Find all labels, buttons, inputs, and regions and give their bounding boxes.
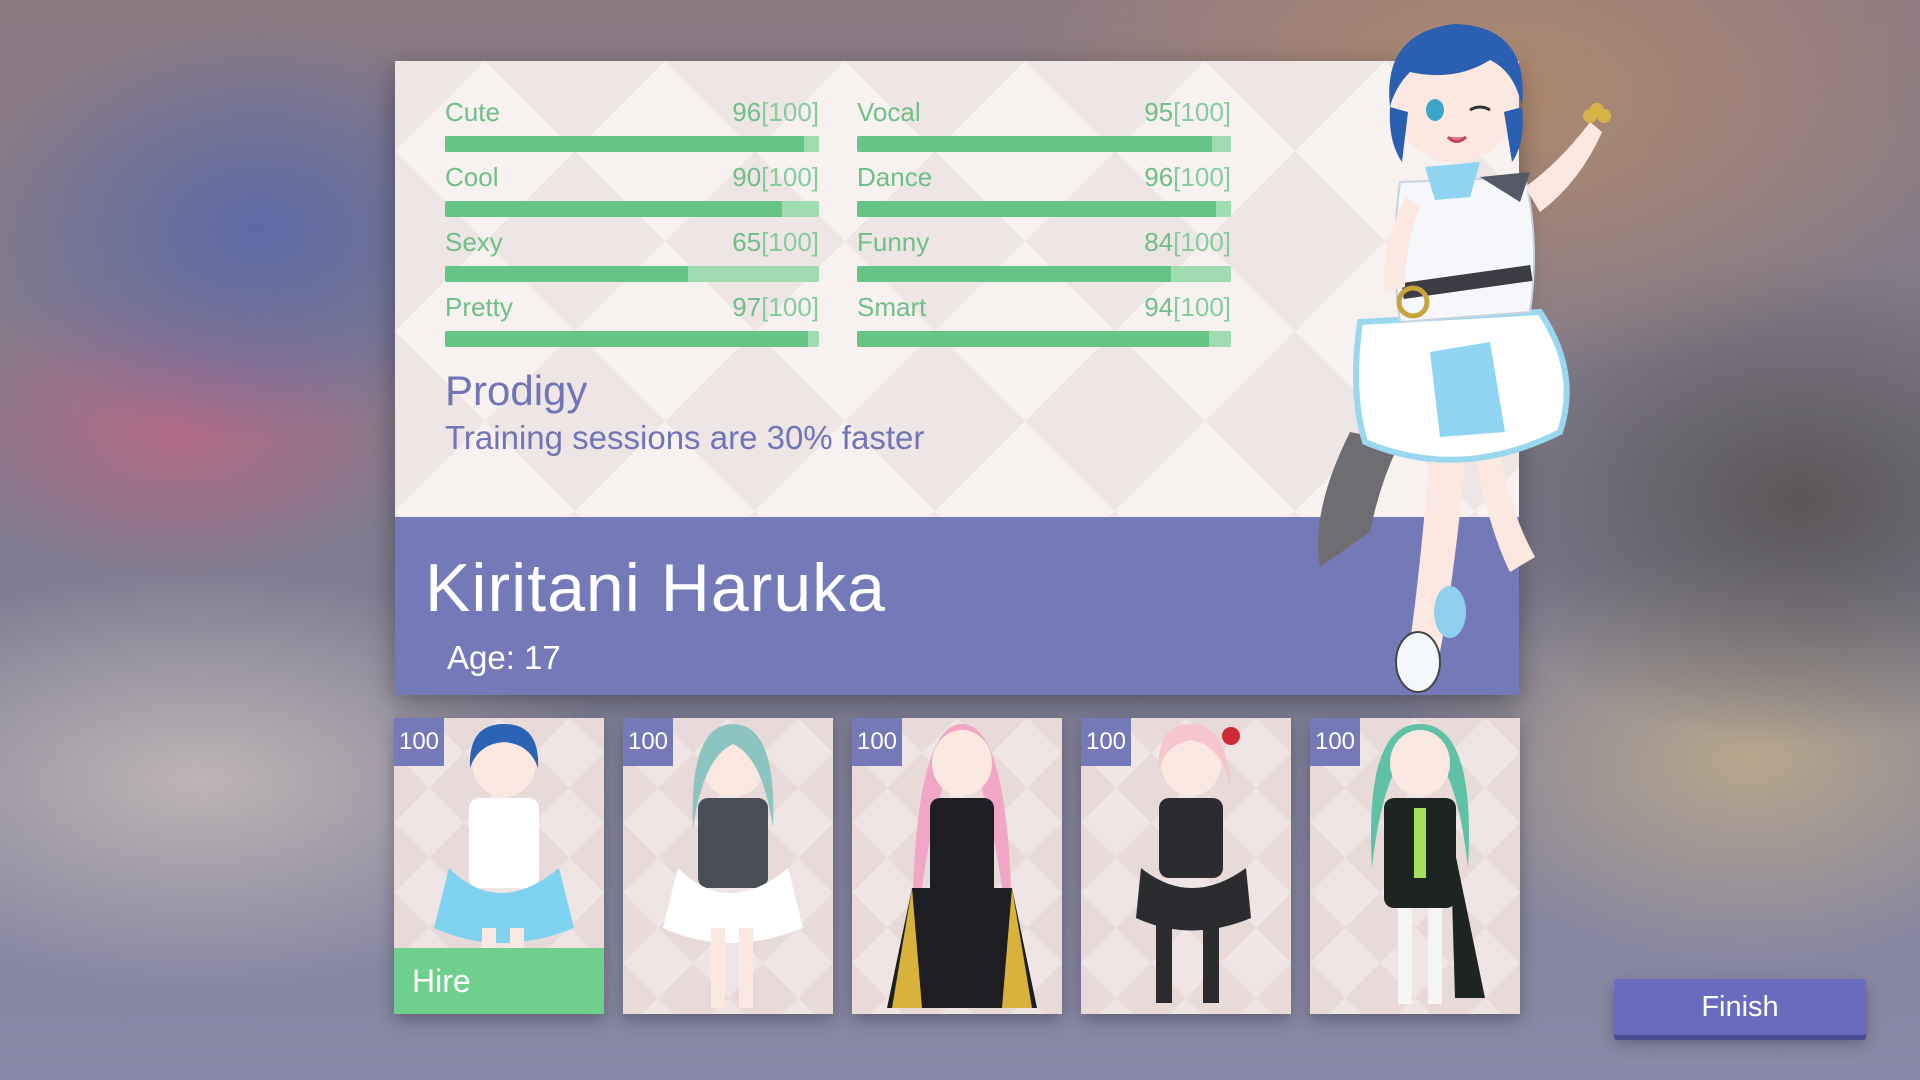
character-card[interactable]: 100 Hire: [394, 718, 604, 1014]
stat-pretty: Pretty 97[100]: [445, 292, 819, 347]
stat-value: 65[100]: [732, 227, 819, 257]
stat-label: Dance: [857, 162, 933, 192]
stat-vocal: Vocal 95[100]: [857, 97, 1231, 152]
stat-value: 90[100]: [732, 162, 819, 192]
card-level-badge: 100: [623, 718, 673, 766]
stat-smart: Smart 94[100]: [857, 292, 1231, 347]
character-card[interactable]: 100: [623, 718, 833, 1014]
stat-bar: [857, 201, 1231, 217]
stat-bar: [445, 331, 819, 347]
character-card[interactable]: 100: [852, 718, 1062, 1014]
stat-bar-fill: [857, 331, 1209, 347]
stat-bar: [445, 136, 819, 152]
stat-bar: [857, 331, 1231, 347]
stat-bar-fill: [857, 201, 1217, 217]
stat-label: Smart: [857, 292, 927, 322]
stat-value: 96[100]: [1144, 162, 1231, 192]
stat-bar-fill: [445, 201, 782, 217]
stat-bar: [445, 266, 819, 282]
card-level-badge: 100: [852, 718, 902, 766]
stat-cute: Cute 96[100]: [445, 97, 819, 152]
stat-bar-fill: [445, 266, 689, 282]
stat-bar-fill: [857, 136, 1213, 152]
character-card[interactable]: 100: [1310, 718, 1520, 1014]
character-card[interactable]: 100: [1081, 718, 1291, 1014]
stat-value: 97[100]: [732, 292, 819, 322]
stat-cool: Cool 90[100]: [445, 162, 819, 217]
stat-label: Pretty: [445, 292, 513, 322]
stat-bar: [857, 266, 1231, 282]
trait-description: Training sessions are 30% faster: [445, 419, 925, 456]
character-age: Age: 17: [447, 639, 561, 676]
stat-value: 96[100]: [732, 97, 819, 127]
card-level-badge: 100: [394, 718, 444, 766]
stat-bar: [857, 136, 1231, 152]
stat-bar-fill: [445, 136, 805, 152]
stat-label: Sexy: [445, 227, 503, 257]
stat-value: 94[100]: [1144, 292, 1231, 322]
hire-button[interactable]: Hire: [394, 948, 604, 1014]
stat-sexy: Sexy 65[100]: [445, 227, 819, 282]
stat-bar-fill: [857, 266, 1172, 282]
stat-funny: Funny 84[100]: [857, 227, 1231, 282]
stat-label: Funny: [857, 227, 930, 257]
stat-bar: [445, 201, 819, 217]
character-portrait-icon: [1318, 24, 1611, 693]
stat-label: Vocal: [857, 97, 921, 127]
card-level-badge: 100: [1310, 718, 1360, 766]
stat-dance: Dance 96[100]: [857, 162, 1231, 217]
stat-value: 95[100]: [1144, 97, 1231, 127]
finish-button[interactable]: Finish: [1614, 979, 1866, 1035]
trait-name: Prodigy: [445, 367, 588, 414]
stat-bar-fill: [445, 331, 808, 347]
stat-label: Cute: [445, 97, 500, 127]
stat-label: Cool: [445, 162, 499, 192]
card-level-badge: 100: [1081, 718, 1131, 766]
stat-value: 84[100]: [1144, 227, 1231, 257]
character-name: Kiritani Haruka: [425, 550, 886, 626]
